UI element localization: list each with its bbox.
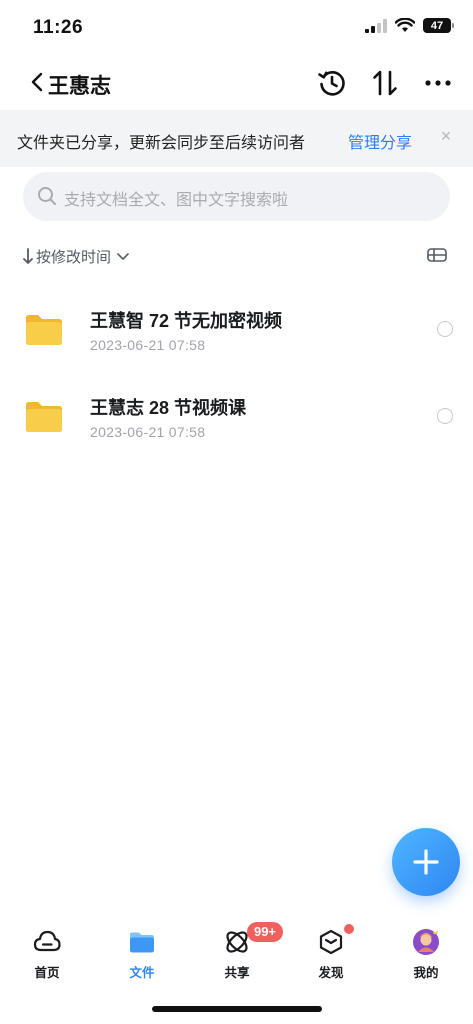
share-banner-text: 文件夹已分享，更新会同步至后续访问者 bbox=[17, 135, 306, 152]
file-name: 王慧智 72 节无加密视频 bbox=[90, 311, 283, 331]
search-icon bbox=[38, 187, 56, 205]
tab-label: 首页 bbox=[34, 966, 60, 980]
file-list-item[interactable]: 王慧志 28 节视频课 2023-06-21 07:58 bbox=[0, 377, 473, 461]
nav-bar: 王惠志 bbox=[0, 56, 473, 110]
close-banner-button[interactable]: × bbox=[436, 126, 456, 148]
view-mode-toggle[interactable] bbox=[426, 246, 448, 266]
folder-icon bbox=[130, 932, 154, 953]
signal-icon bbox=[365, 18, 387, 33]
chevron-left-icon bbox=[31, 72, 43, 92]
tab-bar: 首页 文件 共享 发现 我的 99+ bbox=[0, 918, 473, 988]
select-radio[interactable] bbox=[437, 321, 453, 337]
more-button[interactable] bbox=[421, 66, 455, 100]
list-view-icon bbox=[427, 248, 447, 262]
sort-arrows-icon bbox=[373, 70, 397, 96]
file-date: 2023-06-21 07:58 bbox=[90, 424, 206, 440]
tab-profile[interactable]: 我的 bbox=[379, 918, 473, 984]
cube-icon bbox=[319, 929, 343, 955]
tab-home[interactable]: 首页 bbox=[0, 918, 94, 984]
status-indicators: 47 bbox=[365, 18, 454, 33]
tab-label: 文件 bbox=[129, 966, 155, 980]
sort-label: 按修改时间 bbox=[36, 248, 112, 266]
tab-files[interactable]: 文件 bbox=[95, 918, 189, 984]
manage-share-link[interactable]: 管理分享 bbox=[348, 129, 412, 153]
tab-label: 发现 bbox=[318, 966, 344, 980]
arrow-down-icon bbox=[23, 248, 33, 264]
home-cloud-icon bbox=[33, 930, 61, 952]
wifi-icon bbox=[395, 18, 415, 32]
folder-icon bbox=[26, 315, 62, 345]
tab-discover[interactable]: 发现 bbox=[284, 918, 378, 984]
search-placeholder: 支持文档全文、图中文字搜索啦 bbox=[64, 192, 289, 209]
file-date: 2023-06-21 07:58 bbox=[90, 337, 206, 353]
chevron-down-icon bbox=[117, 253, 129, 260]
status-time: 11:26 bbox=[33, 17, 84, 38]
plus-icon bbox=[413, 849, 439, 875]
tab-label: 我的 bbox=[413, 966, 439, 980]
status-bar: 11:26 47 bbox=[0, 0, 473, 56]
notification-dot bbox=[344, 924, 354, 934]
battery-icon: 47 bbox=[423, 18, 454, 33]
file-list-item[interactable]: 王慧智 72 节无加密视频 2023-06-21 07:58 bbox=[0, 290, 473, 374]
history-icon bbox=[318, 71, 345, 96]
page-title: 王惠志 bbox=[48, 75, 111, 98]
share-count-badge: 99+ bbox=[247, 922, 283, 942]
search-input[interactable]: 支持文档全文、图中文字搜索啦 bbox=[23, 172, 450, 221]
add-button[interactable] bbox=[392, 828, 460, 896]
share-banner: 文件夹已分享，更新会同步至后续访问者 管理分享 × bbox=[0, 110, 473, 167]
sort-button[interactable] bbox=[368, 66, 402, 100]
sort-by-modified-dropdown[interactable]: 按修改时间 bbox=[22, 244, 131, 268]
history-button[interactable] bbox=[315, 66, 349, 100]
back-button[interactable] bbox=[26, 69, 48, 95]
more-dots-icon bbox=[425, 80, 451, 86]
select-radio[interactable] bbox=[437, 408, 453, 424]
folder-icon bbox=[26, 402, 62, 432]
tab-label: 共享 bbox=[224, 966, 250, 980]
file-name: 王慧志 28 节视频课 bbox=[90, 398, 247, 418]
home-indicator bbox=[152, 1006, 322, 1012]
avatar bbox=[413, 929, 439, 955]
